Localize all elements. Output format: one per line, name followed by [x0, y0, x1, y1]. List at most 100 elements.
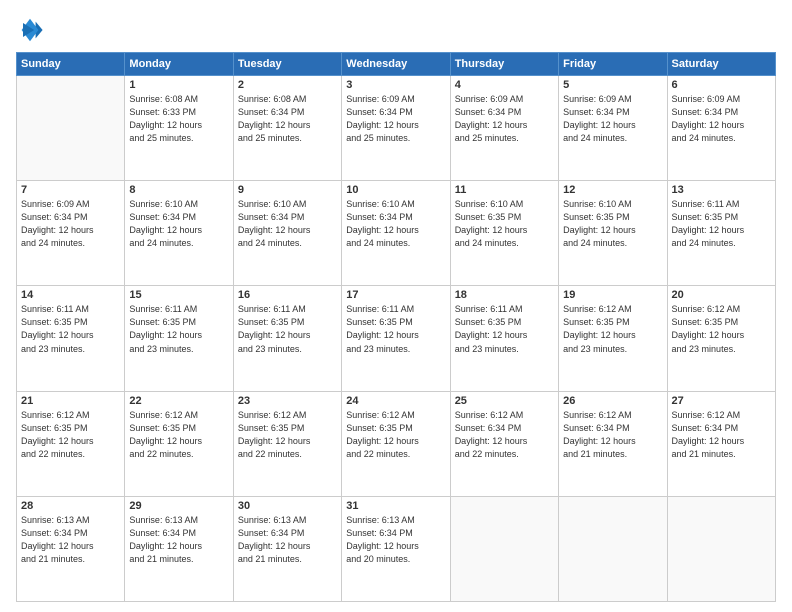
day-number: 24	[346, 395, 445, 407]
day-info: Sunrise: 6:10 AM Sunset: 6:34 PM Dayligh…	[129, 198, 228, 250]
day-number: 16	[238, 289, 337, 301]
calendar-cell: 6 Sunrise: 6:09 AM Sunset: 6:34 PM Daylig…	[667, 76, 775, 181]
day-number: 3	[346, 79, 445, 91]
calendar-cell: 29 Sunrise: 6:13 AM Sunset: 6:34 PM Dayli…	[125, 496, 233, 601]
calendar-cell: 23 Sunrise: 6:12 AM Sunset: 6:35 PM Dayli…	[233, 391, 341, 496]
calendar-week-4: 28 Sunrise: 6:13 AM Sunset: 6:34 PM Dayli…	[17, 496, 776, 601]
logo	[16, 16, 48, 44]
day-info: Sunrise: 6:13 AM Sunset: 6:34 PM Dayligh…	[238, 514, 337, 566]
day-number: 11	[455, 184, 554, 196]
calendar-cell: 14 Sunrise: 6:11 AM Sunset: 6:35 PM Dayli…	[17, 286, 125, 391]
day-number: 15	[129, 289, 228, 301]
day-info: Sunrise: 6:12 AM Sunset: 6:35 PM Dayligh…	[21, 409, 120, 461]
day-info: Sunrise: 6:09 AM Sunset: 6:34 PM Dayligh…	[563, 93, 662, 145]
day-info: Sunrise: 6:13 AM Sunset: 6:34 PM Dayligh…	[129, 514, 228, 566]
day-number: 25	[455, 395, 554, 407]
calendar-cell: 3 Sunrise: 6:09 AM Sunset: 6:34 PM Daylig…	[342, 76, 450, 181]
calendar-cell: 10Sunrise: 6:10 AM Sunset: 6:34 PM Dayli…	[342, 181, 450, 286]
calendar-cell: 11 Sunrise: 6:10 AM Sunset: 6:35 PM Dayli…	[450, 181, 558, 286]
day-number: 26	[563, 395, 662, 407]
day-info: Sunrise: 6:08 AM Sunset: 6:33 PM Dayligh…	[129, 93, 228, 145]
calendar-cell: 31Sunrise: 6:13 AM Sunset: 6:34 PM Dayli…	[342, 496, 450, 601]
day-info: Sunrise: 6:10 AM Sunset: 6:34 PM Dayligh…	[238, 198, 337, 250]
day-number: 29	[129, 500, 228, 512]
day-number: 17	[346, 289, 445, 301]
calendar-cell: 28 Sunrise: 6:13 AM Sunset: 6:34 PM Dayli…	[17, 496, 125, 601]
calendar-cell: 22 Sunrise: 6:12 AM Sunset: 6:35 PM Dayli…	[125, 391, 233, 496]
day-number: 23	[238, 395, 337, 407]
day-info: Sunrise: 6:11 AM Sunset: 6:35 PM Dayligh…	[129, 303, 228, 355]
day-number: 30	[238, 500, 337, 512]
calendar-cell	[17, 76, 125, 181]
calendar-cell: 8 Sunrise: 6:10 AM Sunset: 6:34 PM Daylig…	[125, 181, 233, 286]
day-number: 22	[129, 395, 228, 407]
calendar-cell: 24 Sunrise: 6:12 AM Sunset: 6:35 PM Dayli…	[342, 391, 450, 496]
day-info: Sunrise: 6:13 AM Sunset: 6:34 PM Dayligh…	[21, 514, 120, 566]
calendar-cell	[667, 496, 775, 601]
calendar-cell: 17 Sunrise: 6:11 AM Sunset: 6:35 PM Dayli…	[342, 286, 450, 391]
calendar-cell: 26 Sunrise: 6:12 AM Sunset: 6:34 PM Dayli…	[559, 391, 667, 496]
calendar-table: SundayMondayTuesdayWednesdayThursdayFrid…	[16, 52, 776, 602]
day-info: Sunrise: 6:13 AM Sunset: 6:34 PM Dayligh…	[346, 514, 445, 566]
calendar-cell: 12Sunrise: 6:10 AM Sunset: 6:35 PM Dayli…	[559, 181, 667, 286]
day-info: Sunrise: 6:12 AM Sunset: 6:34 PM Dayligh…	[563, 409, 662, 461]
day-number: 6	[672, 79, 771, 91]
day-info: Sunrise: 6:11 AM Sunset: 6:35 PM Dayligh…	[672, 198, 771, 250]
calendar-week-1: 7Sunrise: 6:09 AM Sunset: 6:34 PM Daylig…	[17, 181, 776, 286]
day-info: Sunrise: 6:10 AM Sunset: 6:35 PM Dayligh…	[563, 198, 662, 250]
day-header-tuesday: Tuesday	[233, 53, 341, 76]
day-number: 27	[672, 395, 771, 407]
calendar-cell: 25 Sunrise: 6:12 AM Sunset: 6:34 PM Dayli…	[450, 391, 558, 496]
day-header-wednesday: Wednesday	[342, 53, 450, 76]
calendar-cell: 27 Sunrise: 6:12 AM Sunset: 6:34 PM Dayli…	[667, 391, 775, 496]
day-number: 1	[129, 79, 228, 91]
day-info: Sunrise: 6:12 AM Sunset: 6:35 PM Dayligh…	[129, 409, 228, 461]
day-header-saturday: Saturday	[667, 53, 775, 76]
day-number: 20	[672, 289, 771, 301]
day-header-monday: Monday	[125, 53, 233, 76]
day-number: 21	[21, 395, 120, 407]
day-info: Sunrise: 6:12 AM Sunset: 6:35 PM Dayligh…	[238, 409, 337, 461]
day-info: Sunrise: 6:12 AM Sunset: 6:35 PM Dayligh…	[346, 409, 445, 461]
day-info: Sunrise: 6:11 AM Sunset: 6:35 PM Dayligh…	[238, 303, 337, 355]
calendar-cell	[559, 496, 667, 601]
calendar-cell: 16 Sunrise: 6:11 AM Sunset: 6:35 PM Dayli…	[233, 286, 341, 391]
day-info: Sunrise: 6:11 AM Sunset: 6:35 PM Dayligh…	[455, 303, 554, 355]
day-info: Sunrise: 6:12 AM Sunset: 6:34 PM Dayligh…	[672, 409, 771, 461]
day-number: 14	[21, 289, 120, 301]
day-info: Sunrise: 6:10 AM Sunset: 6:35 PM Dayligh…	[455, 198, 554, 250]
day-number: 13	[672, 184, 771, 196]
calendar-cell: 30 Sunrise: 6:13 AM Sunset: 6:34 PM Dayli…	[233, 496, 341, 601]
day-number: 2	[238, 79, 337, 91]
day-number: 28	[21, 500, 120, 512]
calendar-cell: 4 Sunrise: 6:09 AM Sunset: 6:34 PM Daylig…	[450, 76, 558, 181]
day-info: Sunrise: 6:12 AM Sunset: 6:35 PM Dayligh…	[563, 303, 662, 355]
day-info: Sunrise: 6:09 AM Sunset: 6:34 PM Dayligh…	[672, 93, 771, 145]
calendar-cell: 21 Sunrise: 6:12 AM Sunset: 6:35 PM Dayli…	[17, 391, 125, 496]
calendar-cell: 20Sunrise: 6:12 AM Sunset: 6:35 PM Dayli…	[667, 286, 775, 391]
day-number: 7	[21, 184, 120, 196]
calendar-header-row: SundayMondayTuesdayWednesdayThursdayFrid…	[17, 53, 776, 76]
day-info: Sunrise: 6:11 AM Sunset: 6:35 PM Dayligh…	[346, 303, 445, 355]
day-number: 5	[563, 79, 662, 91]
day-info: Sunrise: 6:10 AM Sunset: 6:34 PM Dayligh…	[346, 198, 445, 250]
day-info: Sunrise: 6:09 AM Sunset: 6:34 PM Dayligh…	[346, 93, 445, 145]
day-info: Sunrise: 6:08 AM Sunset: 6:34 PM Dayligh…	[238, 93, 337, 145]
page: SundayMondayTuesdayWednesdayThursdayFrid…	[0, 0, 792, 612]
day-info: Sunrise: 6:09 AM Sunset: 6:34 PM Dayligh…	[455, 93, 554, 145]
day-info: Sunrise: 6:11 AM Sunset: 6:35 PM Dayligh…	[21, 303, 120, 355]
calendar-cell: 15 Sunrise: 6:11 AM Sunset: 6:35 PM Dayli…	[125, 286, 233, 391]
day-header-sunday: Sunday	[17, 53, 125, 76]
logo-icon	[16, 16, 44, 44]
day-header-thursday: Thursday	[450, 53, 558, 76]
day-number: 4	[455, 79, 554, 91]
day-info: Sunrise: 6:12 AM Sunset: 6:34 PM Dayligh…	[455, 409, 554, 461]
day-number: 8	[129, 184, 228, 196]
calendar-cell: 13 Sunrise: 6:11 AM Sunset: 6:35 PM Dayli…	[667, 181, 775, 286]
calendar-week-0: 1 Sunrise: 6:08 AM Sunset: 6:33 PM Daylig…	[17, 76, 776, 181]
calendar-cell: 18Sunrise: 6:11 AM Sunset: 6:35 PM Dayli…	[450, 286, 558, 391]
calendar-cell: 7Sunrise: 6:09 AM Sunset: 6:34 PM Daylig…	[17, 181, 125, 286]
calendar-cell: 2 Sunrise: 6:08 AM Sunset: 6:34 PM Daylig…	[233, 76, 341, 181]
calendar-week-2: 14 Sunrise: 6:11 AM Sunset: 6:35 PM Dayli…	[17, 286, 776, 391]
day-header-friday: Friday	[559, 53, 667, 76]
